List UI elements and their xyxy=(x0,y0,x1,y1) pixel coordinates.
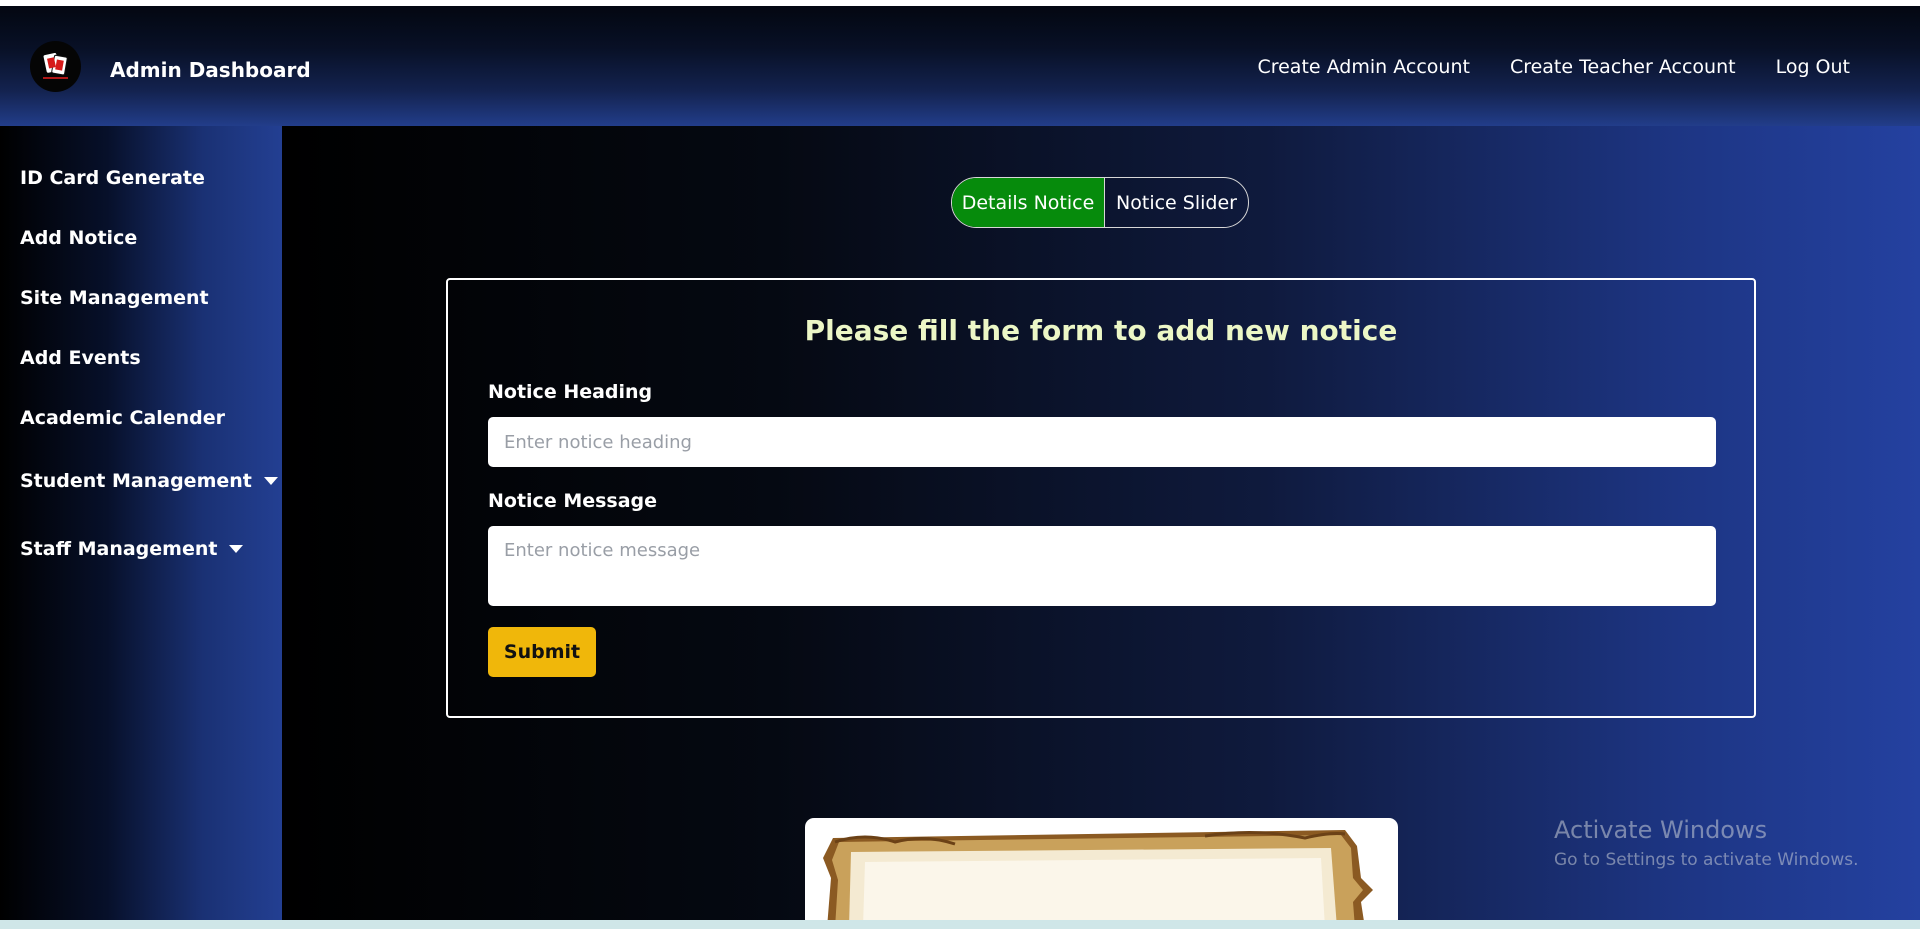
create-admin-account-link[interactable]: Create Admin Account xyxy=(1257,56,1469,78)
tab-notice-slider[interactable]: Notice Slider xyxy=(1104,178,1248,227)
notice-message-label: Notice Message xyxy=(488,490,658,512)
activate-windows-watermark: Activate Windows Go to Settings to activ… xyxy=(1554,816,1859,870)
sidebar-item-label: Add Events xyxy=(20,347,141,369)
create-teacher-account-link[interactable]: Create Teacher Account xyxy=(1510,56,1736,78)
taskbar-strip xyxy=(0,920,1920,929)
sidebar-item-add-events[interactable]: Add Events xyxy=(20,347,141,369)
sidebar-item-label: Academic Calender xyxy=(20,407,226,429)
form-title: Please fill the form to add new notice xyxy=(804,314,1398,347)
caret-down-icon[interactable] xyxy=(263,477,278,485)
sidebar-item-label: Student Management xyxy=(20,470,252,492)
watermark-subtitle: Go to Settings to activate Windows. xyxy=(1554,850,1859,870)
notice-message-textarea[interactable] xyxy=(488,526,1716,606)
notice-heading-input[interactable] xyxy=(488,417,1716,467)
dashboard-title[interactable]: Admin Dashboard xyxy=(110,58,311,82)
top-nav-links: Create Admin Account Create Teacher Acco… xyxy=(1257,56,1850,78)
sidebar-item-student-management[interactable]: Student Management xyxy=(20,470,278,492)
tab-details-notice[interactable]: Details Notice xyxy=(952,178,1104,227)
sidebar-item-site-management[interactable]: Site Management xyxy=(20,287,209,309)
sidebar-item-label: ID Card Generate xyxy=(20,167,205,189)
sidebar-item-add-notice[interactable]: Add Notice xyxy=(20,227,137,249)
logo-cards-icon[interactable] xyxy=(30,41,81,92)
notice-type-toggle: Details Notice Notice Slider xyxy=(951,177,1249,228)
add-notice-form: Please fill the form to add new notice N… xyxy=(446,278,1756,718)
caret-down-icon[interactable] xyxy=(229,545,244,553)
sidebar: ID Card Generate Add Notice Site Managem… xyxy=(0,126,282,920)
notice-scroll-image xyxy=(805,818,1398,920)
notice-heading-label: Notice Heading xyxy=(488,381,653,403)
sidebar-item-label: Site Management xyxy=(20,287,209,309)
watermark-title: Activate Windows xyxy=(1554,816,1768,844)
top-navbar: Admin Dashboard Create Admin Account Cre… xyxy=(0,6,1920,126)
sidebar-item-academic-calender[interactable]: Academic Calender xyxy=(20,407,225,429)
sidebar-item-label: Add Notice xyxy=(20,227,138,249)
log-out-link[interactable]: Log Out xyxy=(1776,56,1850,78)
sidebar-item-label: Staff Management xyxy=(20,538,218,560)
main-content: Details Notice Notice Slider Please fill… xyxy=(282,126,1920,920)
sidebar-item-id-card-generate[interactable]: ID Card Generate xyxy=(20,167,205,189)
sidebar-item-staff-management[interactable]: Staff Management xyxy=(20,538,244,560)
submit-button[interactable]: Submit xyxy=(488,627,596,677)
